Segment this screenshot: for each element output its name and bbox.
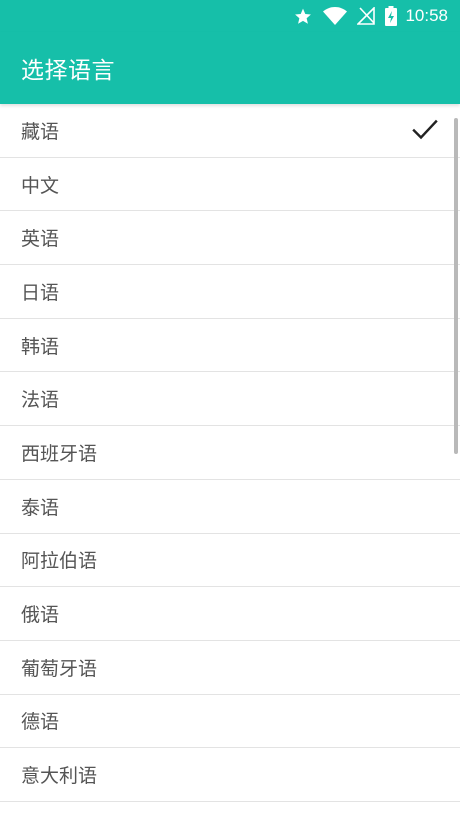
list-item-label: 德语 — [21, 711, 60, 734]
toolbar: 选择语言 — [0, 32, 460, 104]
list-item-german[interactable]: 德语 — [0, 695, 460, 749]
list-item-tibetan[interactable]: 藏语 — [0, 104, 460, 158]
wifi-icon — [323, 0, 348, 32]
list-item-french[interactable]: 法语 — [0, 372, 460, 427]
app-window: 10:58 选择语言 藏语 中文 英语 日语 韩语 法语 西班牙语 泰语 阿拉伯… — [0, 0, 460, 818]
list-item-label: 藏语 — [21, 120, 60, 143]
list-item-portuguese[interactable]: 葡萄牙语 — [0, 641, 460, 695]
scrollbar[interactable] — [454, 118, 458, 454]
list-item-russian[interactable]: 俄语 — [0, 587, 460, 641]
list-item-korean[interactable]: 韩语 — [0, 319, 460, 373]
list-item-label: 俄语 — [21, 604, 60, 627]
list-item-label: 韩语 — [21, 335, 60, 358]
no-signal-icon — [357, 0, 376, 32]
list-item-chinese[interactable]: 中文 — [0, 158, 460, 212]
list-item-label: 法语 — [21, 389, 60, 412]
battery-charging-icon — [385, 0, 398, 32]
list-item-spanish[interactable]: 西班牙语 — [0, 426, 460, 480]
list-item-label: 中文 — [21, 174, 60, 197]
list-item-label: 葡萄牙语 — [21, 657, 98, 680]
list-item-label: 阿拉伯语 — [21, 550, 98, 573]
status-bar: 10:58 — [0, 0, 460, 32]
list-item-label: 意大利语 — [21, 765, 98, 788]
star-icon — [293, 0, 313, 32]
list-item-label: 日语 — [21, 281, 60, 304]
list-item-english[interactable]: 英语 — [0, 211, 460, 266]
list-item-italian[interactable]: 意大利语 — [0, 748, 460, 802]
status-clock: 10:58 — [405, 6, 448, 25]
list-item-label: 英语 — [21, 228, 60, 251]
list-item-label: 西班牙语 — [21, 442, 98, 465]
checkmark-icon — [412, 119, 438, 141]
language-list[interactable]: 藏语 中文 英语 日语 韩语 法语 西班牙语 泰语 阿拉伯语 俄语 葡萄牙语 德… — [0, 104, 460, 818]
list-item-label: 泰语 — [21, 496, 60, 519]
list-item-arabic[interactable]: 阿拉伯语 — [0, 534, 460, 588]
page-title: 选择语言 — [21, 58, 115, 84]
list-item-japanese[interactable]: 日语 — [0, 265, 460, 319]
list-item-thai[interactable]: 泰语 — [0, 480, 460, 534]
